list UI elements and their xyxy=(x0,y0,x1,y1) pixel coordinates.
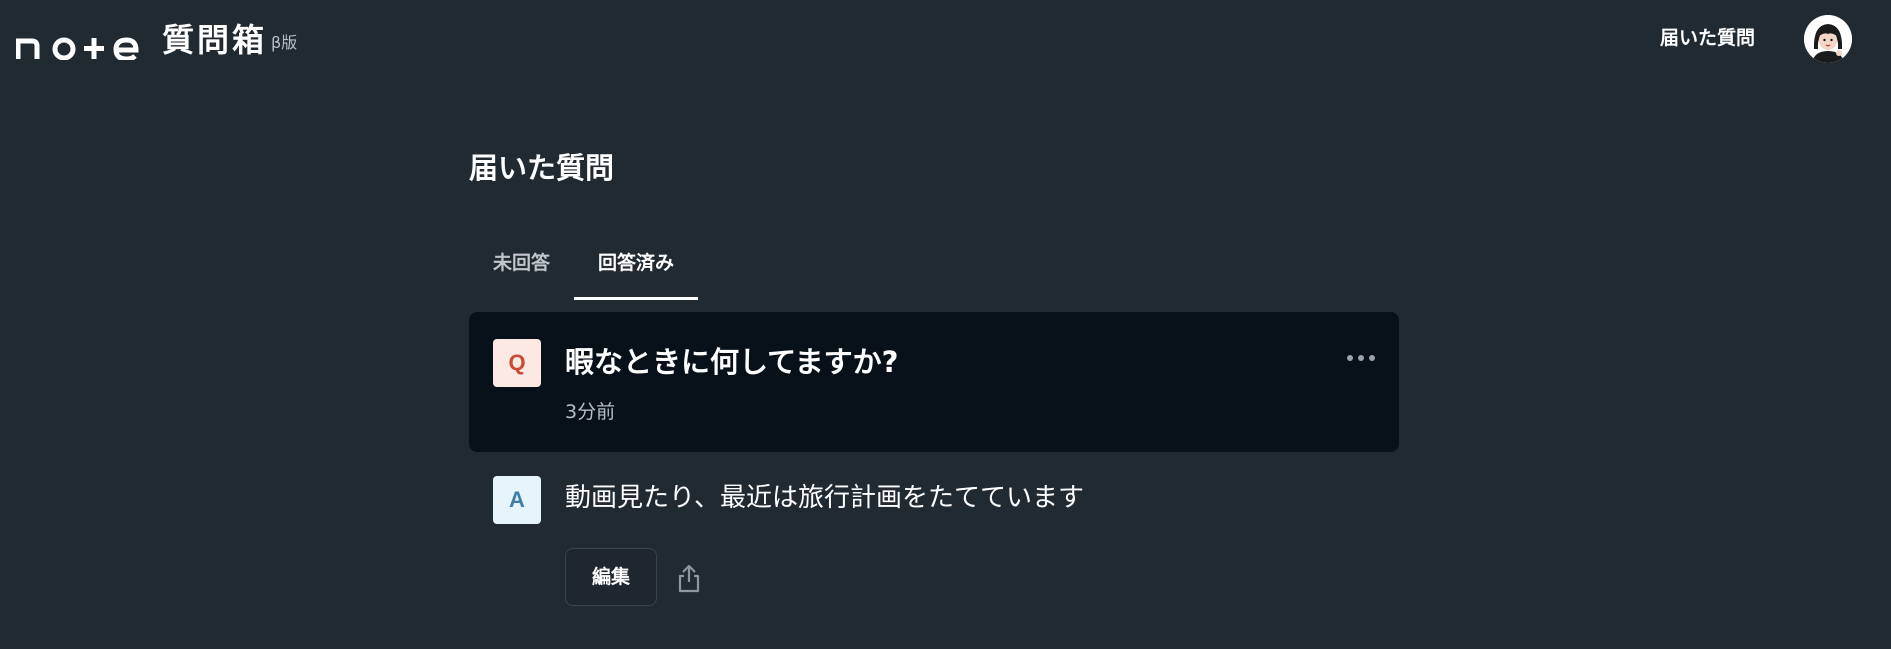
answer-text: 動画見たり、最近は旅行計画をたてています xyxy=(565,483,1084,513)
main-content: 届いた質問 未回答 回答済み Q 暇なときに何してますか? 3分前 A 動画見た… xyxy=(469,140,1399,606)
logo-group[interactable]: 質問箱 β版 xyxy=(16,20,297,60)
share-button[interactable] xyxy=(673,562,705,594)
avatar-icon xyxy=(1804,15,1852,63)
answer-status-tabs: 未回答 回答済み xyxy=(469,242,699,300)
page-title: 届いた質問 xyxy=(469,151,615,185)
brand-title: 質問箱 xyxy=(162,21,268,59)
question-badge: Q xyxy=(493,339,541,387)
question-text: 暇なときに何してますか? xyxy=(565,345,899,379)
edit-button[interactable]: 編集 xyxy=(565,548,657,606)
answer-badge: A xyxy=(493,476,541,524)
share-icon xyxy=(678,564,700,593)
more-horizontal-icon xyxy=(1347,355,1353,361)
tab-unanswered[interactable]: 未回答 xyxy=(469,242,574,300)
question-timestamp: 3分前 xyxy=(565,401,616,423)
note-logo-icon xyxy=(16,37,139,60)
more-options-button[interactable] xyxy=(1347,346,1375,370)
question-card: Q 暇なときに何してますか? 3分前 xyxy=(469,312,1399,452)
beta-label: β版 xyxy=(271,33,298,52)
top-header: 質問箱 β版 届いた質問 xyxy=(0,0,1891,80)
user-avatar[interactable] xyxy=(1804,15,1852,63)
received-questions-link[interactable]: 届いた質問 xyxy=(1660,24,1755,52)
tab-answered[interactable]: 回答済み xyxy=(574,242,699,300)
